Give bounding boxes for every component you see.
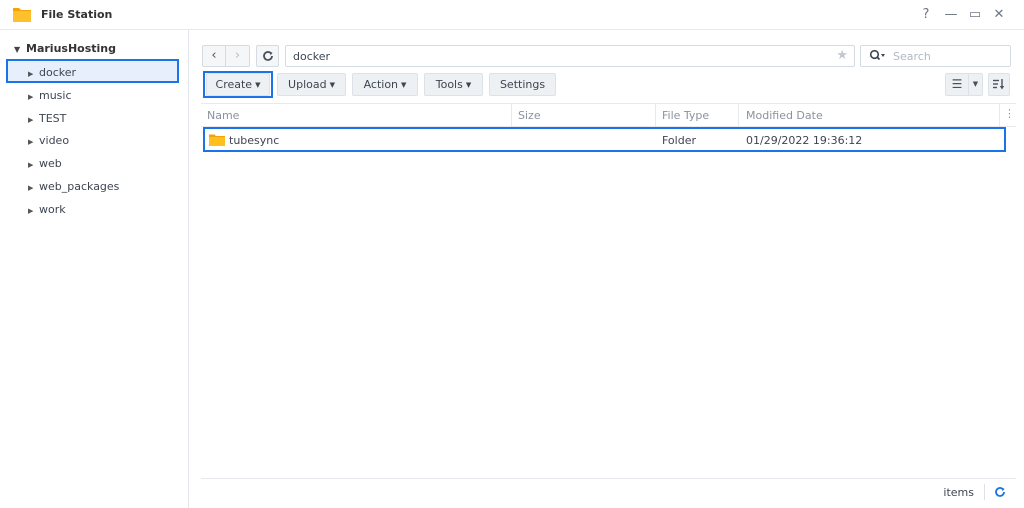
dropdown-arrow-icon: ▼ <box>465 81 472 89</box>
list-view-button[interactable]: ☰ <box>945 73 969 96</box>
minimize-button[interactable]: — <box>942 6 960 24</box>
dropdown-arrow-icon: ▼ <box>972 80 979 88</box>
search-placeholder: Search <box>893 50 931 63</box>
column-header-file-type[interactable]: File Type <box>662 109 709 122</box>
row-modified-date: 01/29/2022 19:36:12 <box>746 134 863 147</box>
sidebar-item-web-packages[interactable]: ▶ web_packages <box>28 180 119 196</box>
window-title: File Station <box>41 8 113 21</box>
tools-label: Tools <box>435 78 463 91</box>
sidebar-item-docker[interactable]: ▶ docker <box>28 66 76 82</box>
row-file-type: Folder <box>662 134 696 147</box>
column-divider[interactable] <box>655 104 656 126</box>
list-view-icon: ☰ <box>951 77 963 91</box>
row-name: tubesync <box>229 134 280 147</box>
file-station-icon <box>13 8 31 22</box>
path-field[interactable]: docker ★ <box>285 45 855 67</box>
tools-button[interactable]: Tools ▼ <box>424 73 483 96</box>
settings-button[interactable]: Settings <box>489 73 556 96</box>
back-button[interactable]: ‹ <box>202 45 226 67</box>
refresh-button[interactable] <box>256 45 279 67</box>
refresh-icon <box>262 51 273 61</box>
sidebar-item-video[interactable]: ▶ video <box>28 134 69 150</box>
column-divider[interactable] <box>738 104 739 126</box>
caret-right-icon[interactable]: ▶ <box>28 93 39 101</box>
sidebar-item-label: music <box>39 89 72 102</box>
tree-root-label: MariusHosting <box>26 42 116 55</box>
status-bar: items <box>201 478 1016 504</box>
sidebar-item-label: work <box>39 203 66 216</box>
forward-button[interactable]: › <box>226 45 250 67</box>
column-header-name[interactable]: Name <box>207 109 239 122</box>
sidebar: ▼ MariusHosting ▶ docker ▶ music ▶ TEST ▶ vid… <box>0 30 189 508</box>
upload-button[interactable]: Upload ▼ <box>277 73 346 96</box>
action-button[interactable]: Action ▼ <box>352 73 418 96</box>
sidebar-item-web[interactable]: ▶ web <box>28 157 62 173</box>
caret-right-icon[interactable]: ▶ <box>28 70 39 78</box>
sidebar-item-label: video <box>39 134 70 147</box>
settings-label: Settings <box>499 78 546 91</box>
tree-root[interactable]: ▼ MariusHosting <box>14 42 116 58</box>
caret-right-icon[interactable]: ▶ <box>28 184 39 192</box>
folder-icon <box>209 134 225 146</box>
sidebar-item-music[interactable]: ▶ music <box>28 89 72 105</box>
action-label: Action <box>363 78 399 91</box>
column-header-size[interactable]: Size <box>518 109 541 122</box>
refresh-icon[interactable] <box>994 486 1006 498</box>
table-header: Name Size File Type Modified Date ⋮ <box>201 103 1016 127</box>
sidebar-item-label: docker <box>39 66 77 79</box>
title-bar: File Station ? — ▭ ✕ <box>0 0 1024 30</box>
caret-right-icon[interactable]: ▶ <box>28 161 39 169</box>
items-count-label: items <box>943 486 974 499</box>
create-highlight <box>203 71 273 98</box>
sort-button[interactable] <box>988 73 1010 96</box>
footer-divider <box>984 484 985 500</box>
column-divider[interactable] <box>511 104 512 126</box>
column-header-modified-date[interactable]: Modified Date <box>746 109 823 122</box>
maximize-button[interactable]: ▭ <box>966 6 984 24</box>
column-menu-icon[interactable]: ⋮ <box>1004 107 1015 120</box>
upload-label: Upload <box>288 78 327 91</box>
help-button[interactable]: ? <box>917 6 935 24</box>
view-dropdown-button[interactable]: ▼ <box>969 73 983 96</box>
dropdown-arrow-icon: ▼ <box>401 81 407 89</box>
dropdown-arrow-icon: ▼ <box>329 81 335 89</box>
sidebar-item-label: web_packages <box>39 180 120 193</box>
caret-right-icon[interactable]: ▶ <box>28 116 39 124</box>
caret-right-icon[interactable]: ▶ <box>28 207 39 215</box>
search-input[interactable]: Search <box>860 45 1011 67</box>
table-row[interactable]: tubesync Folder 01/29/2022 19:36:12 <box>203 127 1006 152</box>
sidebar-item-test[interactable]: ▶ TEST <box>28 112 66 128</box>
sidebar-item-label: web <box>39 157 62 170</box>
sidebar-item-work[interactable]: ▶ work <box>28 203 66 219</box>
caret-right-icon[interactable]: ▶ <box>28 138 39 146</box>
path-text: docker <box>293 50 331 63</box>
sort-icon <box>993 79 1005 90</box>
search-icon[interactable] <box>869 49 885 63</box>
sidebar-item-label: TEST <box>39 112 67 125</box>
column-divider[interactable] <box>999 104 1000 126</box>
star-icon[interactable]: ★ <box>836 48 848 63</box>
caret-down-icon[interactable]: ▼ <box>14 45 26 54</box>
close-button[interactable]: ✕ <box>990 6 1008 24</box>
